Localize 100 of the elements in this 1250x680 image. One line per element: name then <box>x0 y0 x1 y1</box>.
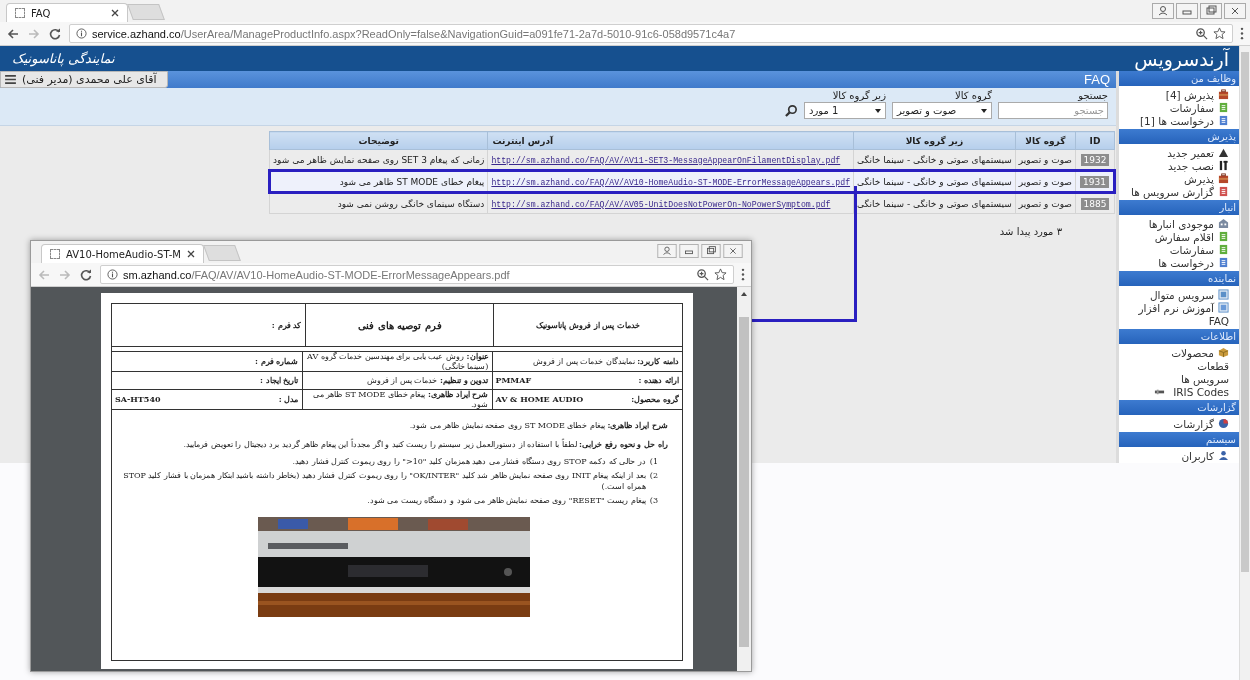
dropdown-icon <box>875 108 881 113</box>
box-icon <box>1218 347 1229 358</box>
sidebar-item[interactable]: آموزش نرم افزار <box>1119 301 1239 314</box>
sidebar-item[interactable]: سفارشات <box>1119 101 1239 114</box>
form-field-label: مدل : <box>278 395 299 405</box>
paragraph: راه حل و نحوه رفع خرابی: لطفاً با استفاده از دستورالعمل زیر سیستم را ریست کنید و اگر مجدداً این پیغام ظاهر گردید برد دیجیتال را تعویض فرمایید. <box>182 438 668 451</box>
sidebar-item[interactable]: IRIS Codes <box>1119 385 1239 398</box>
close-icon[interactable] <box>111 9 119 17</box>
organization-name: خدمات پس از فروش پاناسونیک <box>493 304 682 347</box>
sidebar-item[interactable]: کاربران <box>1119 449 1239 462</box>
form-field-label: عنوان: روش عیب یابی برای مهندسین خدمات گروه AV (سینما خانگی) <box>306 352 489 372</box>
subgroup-select[interactable]: 1 مورد <box>804 102 886 119</box>
form-field-value: PMMAF <box>495 375 532 386</box>
column-header[interactable]: گروه کالا <box>1015 131 1076 150</box>
info-icon <box>76 28 87 39</box>
step-number: 2) <box>649 470 658 482</box>
sidebar-item[interactable]: درخواست ها [1] <box>1119 114 1239 127</box>
column-header[interactable]: زیر گروه کالا <box>853 131 1016 150</box>
group-label: گروه کالا <box>954 90 992 101</box>
star-icon[interactable] <box>714 268 727 281</box>
sidebar-item[interactable]: سرویس ها <box>1119 372 1239 385</box>
subgroup-label: زیر گروه کالا <box>832 90 886 101</box>
sidebar-item[interactable]: اقلام سفارش <box>1119 230 1239 243</box>
address-bar[interactable]: service.azhand.co/UserArea/ManageProductInfo.aspx?ReadOnly=false&NavigationGuid=a091fe71-2a7d-5010-91c6-058d9571c4a7 <box>69 24 1233 43</box>
mountain-icon <box>1218 147 1229 158</box>
browser-tab[interactable]: FAQ <box>6 3 128 22</box>
user-icon <box>1218 450 1229 461</box>
sidebar-item[interactable]: تعمیر جدید <box>1119 146 1239 159</box>
sidebar-item[interactable]: گزارشات <box>1119 417 1239 430</box>
sidebar-item[interactable]: سرویس متوال <box>1119 288 1239 301</box>
logo[interactable]: آرندسرویس <box>1134 47 1229 70</box>
scroll-up-icon[interactable] <box>741 292 747 296</box>
table-cell: پیغام خطای ST MODE ظاهر می شود <box>269 170 488 193</box>
user-menu-button[interactable]: آقای علی محمدی (مدیر فنی) <box>0 71 168 88</box>
id-badge: 1932 <box>1080 153 1110 166</box>
sidebar-item[interactable]: قطعات <box>1119 359 1239 372</box>
id-badge: 1931 <box>1080 175 1109 188</box>
section-header: سیستم <box>1119 432 1239 447</box>
page-title: FAQ <box>1084 72 1110 87</box>
group-select[interactable]: صوت و تصویر <box>892 102 992 119</box>
table-cell: دستگاه سینمای خانگی روشن نمی شود <box>269 192 488 214</box>
sidebar-item[interactable]: محصولات <box>1119 346 1239 359</box>
zoom-icon[interactable] <box>1195 27 1208 40</box>
paragraph: شرح ایراد ظاهری: پیغام خطای ST MODE روی صفحه نمایش ظاهر می شود. <box>408 420 668 432</box>
reload-icon[interactable] <box>48 26 62 41</box>
document-icon <box>1218 186 1229 197</box>
search-field[interactable]: جستجو <box>998 102 1108 119</box>
document-icon <box>1218 115 1229 126</box>
profile-icon[interactable] <box>1152 3 1174 19</box>
address-bar[interactable]: sm.azhand.co/FAQ/AV/AV10-HomeAudio-ST-MODE-ErrorMessageAppears.pdf <box>100 265 734 284</box>
sidebar-item[interactable]: درخواست ها <box>1119 256 1239 269</box>
form-field-value: SA-HT540 <box>115 395 161 405</box>
table-cell: صوت و تصویر <box>1015 192 1076 214</box>
search-icon[interactable] <box>785 104 798 117</box>
menu-icon[interactable] <box>741 268 745 281</box>
sidebar-item[interactable]: گزارش سرویس ها <box>1119 185 1239 198</box>
sidebar-item[interactable]: FAQ <box>1119 314 1239 327</box>
column-header[interactable]: ID <box>1075 131 1115 150</box>
reload-icon[interactable] <box>79 267 93 282</box>
building-icon <box>1218 218 1229 229</box>
form-title: فرم توصیه های فنی <box>305 304 494 347</box>
minimize-icon[interactable] <box>679 244 699 258</box>
page-icon <box>50 249 60 259</box>
sidebar-item[interactable]: موجودی انبارها <box>1119 217 1239 230</box>
section-header: گزارشات <box>1119 400 1239 415</box>
menu-icon[interactable] <box>1240 27 1244 40</box>
document-icon <box>1218 257 1229 268</box>
monitor-icon <box>1218 302 1229 313</box>
info-icon <box>107 269 118 280</box>
column-header[interactable]: توضیحات <box>269 131 488 150</box>
scrollbar[interactable] <box>737 287 751 671</box>
form-code-label: کد فرم : <box>112 304 306 347</box>
sidebar-item[interactable]: پذیرش [4] <box>1119 88 1239 101</box>
sidebar-item[interactable]: پذیرش <box>1119 172 1239 185</box>
table-cell: صوت و تصویر <box>1015 170 1076 193</box>
browser-tab[interactable]: AV10-HomeAudio-ST-M <box>41 244 204 263</box>
scrollbar[interactable] <box>1239 46 1250 680</box>
sidebar-item[interactable]: نصب جدید <box>1119 159 1239 172</box>
form-field-label: شماره فرم : <box>254 356 299 367</box>
document-icon <box>1218 244 1229 255</box>
form-field-value: AV & HOME AUDIO <box>495 395 584 405</box>
sidebar-item[interactable]: سفارشات <box>1119 243 1239 256</box>
zoom-icon[interactable] <box>696 268 709 281</box>
star-icon[interactable] <box>1213 27 1226 40</box>
close-icon[interactable] <box>1224 3 1246 19</box>
back-icon[interactable] <box>6 26 20 41</box>
menu-icon <box>5 75 16 84</box>
page-icon <box>15 8 25 18</box>
section-header: نماینده <box>1119 271 1239 286</box>
close-icon[interactable] <box>723 244 743 258</box>
profile-icon[interactable] <box>657 244 677 258</box>
column-header[interactable]: آدرس اینترنت <box>487 131 854 150</box>
document-icon <box>1218 102 1229 113</box>
restore-icon[interactable] <box>1200 3 1222 19</box>
close-icon[interactable] <box>186 250 195 258</box>
briefcase-icon <box>1218 173 1229 184</box>
section-header: اطلاعات <box>1119 329 1239 344</box>
restore-icon[interactable] <box>701 244 721 258</box>
form-field-label: تاریخ ایجاد : <box>259 375 299 386</box>
id-badge: 1885 <box>1080 197 1110 210</box>
